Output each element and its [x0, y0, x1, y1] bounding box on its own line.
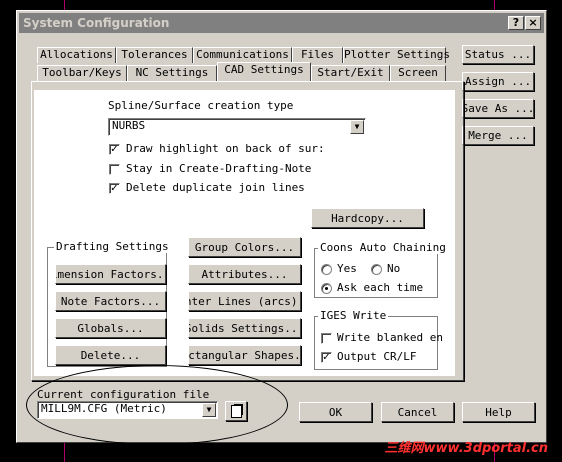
coons-no-label: No	[387, 262, 401, 275]
coons-yes-label: Yes	[337, 262, 357, 275]
coons-auto-chaining-title: Coons Auto Chaining	[318, 241, 448, 254]
output-crlf-label: Output CR/LF	[337, 350, 417, 363]
note-factors-button[interactable]: Note Factors...	[55, 291, 166, 311]
globals-button[interactable]: Globals...	[55, 318, 166, 338]
assign-button[interactable]: Assign ...	[462, 72, 534, 91]
system-configuration-dialog: System Configuration ? × Allocations Tol…	[16, 10, 547, 443]
cad-settings-content: Spline/Surface creation type NURBS ▼ ✓ D…	[34, 90, 455, 376]
group-colors-button[interactable]: Group Colors...	[188, 237, 301, 257]
status-button[interactable]: Status ...	[462, 45, 534, 64]
tab-tolerances[interactable]: Tolerances	[116, 47, 193, 63]
dimension-factors-button[interactable]: imension Factors..	[55, 264, 166, 284]
stay-drafting-note-label: Stay in Create-Drafting-Note	[126, 162, 312, 175]
delete-duplicate-checkbox[interactable]: ✓	[109, 183, 120, 194]
tab-toolbar-keys[interactable]: Toolbar/Keys	[37, 65, 127, 81]
cancel-button[interactable]: Cancel	[381, 402, 454, 422]
config-file-value: MILL9M.CFG (Metric)	[41, 402, 167, 415]
help-icon[interactable]: ?	[508, 16, 524, 30]
merge-button[interactable]: Merge ...	[462, 126, 534, 145]
help-button[interactable]: Help	[462, 402, 535, 422]
delete-duplicate-label: Delete duplicate join lines	[126, 181, 305, 194]
draw-highlight-label: Draw highlight on back of sur:	[126, 142, 325, 155]
tab-start-exit[interactable]: Start/Exit	[311, 65, 390, 81]
coons-ask-label: Ask each time	[337, 281, 424, 294]
output-crlf-checkbox[interactable]: ✓	[321, 352, 332, 363]
tab-cad-settings[interactable]: CAD Settings	[217, 62, 311, 81]
spline-type-label: Spline/Surface creation type	[108, 99, 294, 112]
write-blanked-label: Write blanked en	[337, 331, 443, 344]
window-title: System Configuration	[23, 16, 170, 30]
close-icon[interactable]: ×	[525, 16, 541, 30]
cad-settings-panel: Spline/Surface creation type NURBS ▼ ✓ D…	[31, 81, 464, 381]
draw-highlight-checkbox[interactable]: ✓	[109, 144, 120, 155]
write-blanked-checkbox[interactable]	[321, 333, 332, 344]
ok-button[interactable]: OK	[299, 402, 372, 422]
rectangular-shapes-button[interactable]: ectangular Shapes..	[188, 345, 301, 365]
tab-files[interactable]: Files	[292, 47, 343, 63]
stay-drafting-note-checkbox[interactable]	[109, 164, 120, 175]
center-lines-button[interactable]: nter Lines (arcs).	[188, 291, 301, 311]
spline-type-value: NURBS	[112, 119, 146, 132]
tab-plotter-settings[interactable]: Plotter Settings	[343, 47, 450, 63]
file-list-icon	[230, 404, 242, 418]
attributes-button[interactable]: Attributes...	[188, 264, 301, 284]
coons-ask-radio[interactable]	[321, 283, 332, 294]
tab-screen[interactable]: Screen	[390, 65, 446, 81]
title-bar: System Configuration ? ×	[19, 13, 544, 33]
file-list-button[interactable]	[225, 401, 247, 421]
config-file-select[interactable]: MILL9M.CFG (Metric) ▼	[37, 401, 218, 419]
config-file-label: Current configuration file	[37, 388, 210, 401]
drafting-settings-title: Drafting Settings	[54, 240, 171, 253]
coons-no-radio[interactable]	[371, 264, 382, 275]
coons-yes-radio[interactable]	[321, 264, 332, 275]
chevron-down-icon[interactable]: ▼	[202, 403, 216, 417]
save-as-button[interactable]: Save As ...	[462, 99, 534, 118]
tab-communications[interactable]: Communications	[193, 47, 292, 63]
tab-nc-settings[interactable]: NC Settings	[127, 65, 217, 81]
iges-write-title: IGES Write	[318, 309, 389, 322]
tab-allocations[interactable]: Allocations	[37, 47, 116, 63]
watermark: 三维网www.3dportal.cn	[384, 441, 548, 456]
delete-button[interactable]: Delete...	[55, 345, 166, 365]
chevron-down-icon[interactable]: ▼	[350, 120, 364, 134]
solids-settings-button[interactable]: Solids Settings...	[188, 318, 301, 338]
spline-type-select[interactable]: NURBS ▼	[108, 118, 366, 136]
hardcopy-button[interactable]: Hardcopy...	[311, 208, 424, 228]
